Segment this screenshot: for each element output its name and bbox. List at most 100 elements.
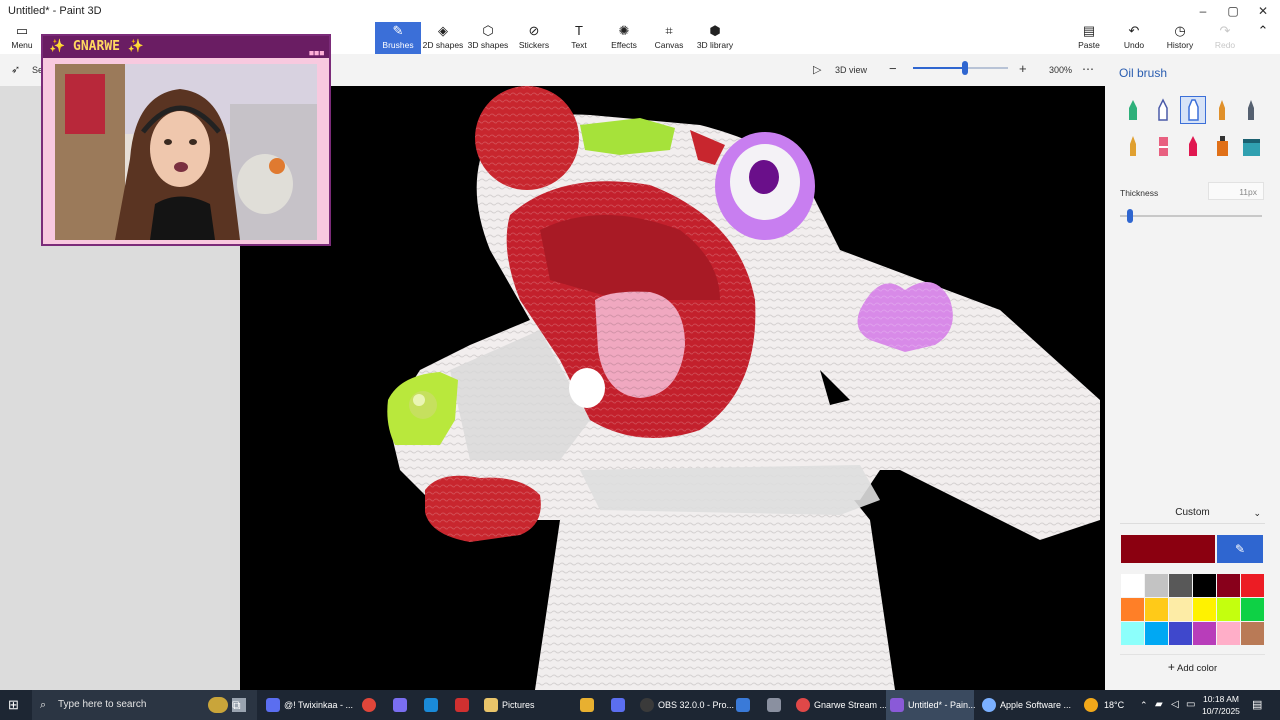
palette-swatch[interactable]	[1193, 574, 1216, 597]
taskbar-app-active[interactable]: Untitled* - Pain...	[886, 690, 976, 720]
more-options-button[interactable]: ⋯	[1082, 62, 1094, 76]
volume-icon[interactable]: ◁	[1171, 690, 1185, 720]
thickness-input[interactable]: 11px	[1208, 182, 1264, 200]
brush-watercolor[interactable]	[1209, 96, 1235, 124]
calligraphy-pen-icon	[1158, 98, 1168, 121]
palette-swatch[interactable]	[1241, 598, 1264, 621]
palette-swatch[interactable]	[1169, 574, 1192, 597]
taskbar-search[interactable]: ⌕ Type here to search	[32, 690, 257, 720]
tray-overflow-icon[interactable]: ⌃	[1140, 690, 1152, 720]
palette-swatch[interactable]	[1145, 622, 1168, 645]
network-icon[interactable]: ▰	[1155, 690, 1169, 720]
brush-pencil[interactable]	[1120, 132, 1146, 160]
palette-swatch[interactable]	[1241, 574, 1264, 597]
tab-brushes[interactable]: ✎ Brushes	[375, 22, 421, 54]
stickers-icon: ⊘	[528, 23, 540, 38]
fill-icon	[1243, 139, 1260, 156]
brush-spray-can[interactable]	[1209, 132, 1235, 160]
pinned-app[interactable]	[389, 690, 411, 720]
palette-swatch[interactable]	[1169, 622, 1192, 645]
close-button[interactable]: ✕	[1248, 2, 1278, 20]
palette-swatch[interactable]	[1145, 598, 1168, 621]
thickness-slider-thumb[interactable]	[1127, 209, 1134, 223]
palette-swatch[interactable]	[1121, 574, 1144, 597]
palette-swatch[interactable]	[1145, 574, 1168, 597]
history-button[interactable]: ◷ History	[1157, 22, 1203, 54]
pinned-app[interactable]	[763, 690, 785, 720]
app-icon	[393, 698, 407, 712]
3d-view-icon[interactable]: ▷	[813, 63, 821, 76]
windows-icon: ⊞	[8, 697, 19, 712]
add-color-button[interactable]: + Add color	[1120, 654, 1265, 678]
app-icon	[736, 698, 750, 712]
menu-button[interactable]: ▭ Menu	[0, 22, 44, 54]
undo-button[interactable]: ↶ Undo	[1111, 22, 1157, 54]
taskbar-app[interactable]: Apple Software ...	[980, 690, 1071, 720]
chrome-pinned[interactable]	[358, 690, 380, 720]
zoom-out-icon[interactable]: −	[889, 61, 897, 76]
3d-view-toggle[interactable]: 3D view	[835, 65, 867, 75]
weather-widget[interactable]: 18°C	[1084, 690, 1130, 720]
palette-swatch[interactable]	[1217, 622, 1240, 645]
notifications-icon[interactable]: ▤	[1252, 690, 1268, 720]
clock-time: 10:18 AM	[1203, 694, 1239, 704]
paste-button[interactable]: ▤ Paste	[1066, 22, 1112, 54]
tab-effects[interactable]: ✺ Effects	[601, 22, 647, 54]
pinned-app[interactable]	[732, 690, 754, 720]
palette-swatch[interactable]	[1169, 598, 1192, 621]
tab-3d-shapes[interactable]: ⬡ 3D shapes	[465, 22, 511, 54]
brush-pixel-pen[interactable]	[1238, 96, 1264, 124]
pinned-app[interactable]	[576, 690, 598, 720]
brush-crayon[interactable]	[1180, 132, 1206, 160]
clock[interactable]: 10:18 AM 10/7/2025	[1198, 693, 1244, 717]
maximize-button[interactable]: ▢	[1218, 2, 1248, 20]
tab-canvas[interactable]: ⌗ Canvas	[646, 22, 692, 54]
palette-swatch[interactable]	[1217, 598, 1240, 621]
palette-swatch[interactable]	[1121, 598, 1144, 621]
minimize-button[interactable]: –	[1188, 2, 1218, 20]
brush-calligraphy-pen[interactable]	[1150, 96, 1176, 124]
brush-oil-brush[interactable]	[1180, 96, 1206, 124]
tab-label: 3D library	[696, 40, 734, 50]
drawing-canvas[interactable]	[240, 86, 1105, 690]
palette-swatch[interactable]	[1241, 622, 1264, 645]
taskbar-app[interactable]: Pictures	[482, 690, 562, 720]
color-mode-dropdown[interactable]: Custom ⌄	[1120, 502, 1265, 524]
tab-text[interactable]: T Text	[556, 22, 602, 54]
select-cursor-icon[interactable]: ➶	[11, 63, 20, 76]
current-color-swatch[interactable]	[1121, 535, 1215, 563]
taskbar-app[interactable]: OBS 32.0.0 - Pro...	[638, 690, 734, 720]
window-controls-icon: ■■■	[309, 49, 325, 57]
zoom-slider-thumb[interactable]	[962, 61, 969, 75]
pinned-app[interactable]	[607, 690, 629, 720]
brush-fill[interactable]	[1238, 132, 1264, 160]
palette-swatch[interactable]	[1121, 622, 1144, 645]
shading	[580, 465, 880, 515]
tab-stickers[interactable]: ⊘ Stickers	[511, 22, 557, 54]
brush-icon: ✎	[392, 23, 404, 38]
2d-shapes-icon: ◈	[438, 23, 448, 38]
tab-2d-shapes[interactable]: ◈ 2D shapes	[420, 22, 466, 54]
start-button[interactable]: ⊞	[8, 690, 28, 720]
eyedropper-icon: ✎	[1234, 542, 1246, 556]
collapse-ribbon-button[interactable]: ⌃	[1246, 22, 1280, 54]
redo-button[interactable]: ↷ Redo	[1202, 22, 1248, 54]
redo-icon: ↷	[1219, 23, 1231, 38]
palette-swatch[interactable]	[1217, 574, 1240, 597]
tab-3d-library[interactable]: ⬢ 3D library	[691, 22, 739, 54]
thickness-slider-track[interactable]	[1120, 215, 1262, 217]
task-view-button[interactable]: ⧉	[232, 690, 250, 720]
zoom-level[interactable]: 300%	[1049, 65, 1072, 75]
pinned-app[interactable]	[420, 690, 442, 720]
brush-marker[interactable]	[1120, 96, 1146, 124]
brush-eraser[interactable]	[1150, 132, 1176, 160]
taskbar-app[interactable]: @! Twixinkaa - ...	[264, 690, 353, 720]
palette-swatch[interactable]	[1193, 622, 1216, 645]
zoom-in-icon[interactable]: +	[1019, 61, 1027, 76]
eyedropper-button[interactable]: ✎	[1217, 535, 1263, 563]
pinned-app[interactable]	[451, 690, 473, 720]
battery-icon[interactable]: ▭	[1186, 690, 1198, 720]
palette-swatch[interactable]	[1193, 598, 1216, 621]
search-icon: ⌕	[40, 699, 47, 711]
taskbar-app[interactable]: Gnarwe Stream ...	[794, 690, 887, 720]
